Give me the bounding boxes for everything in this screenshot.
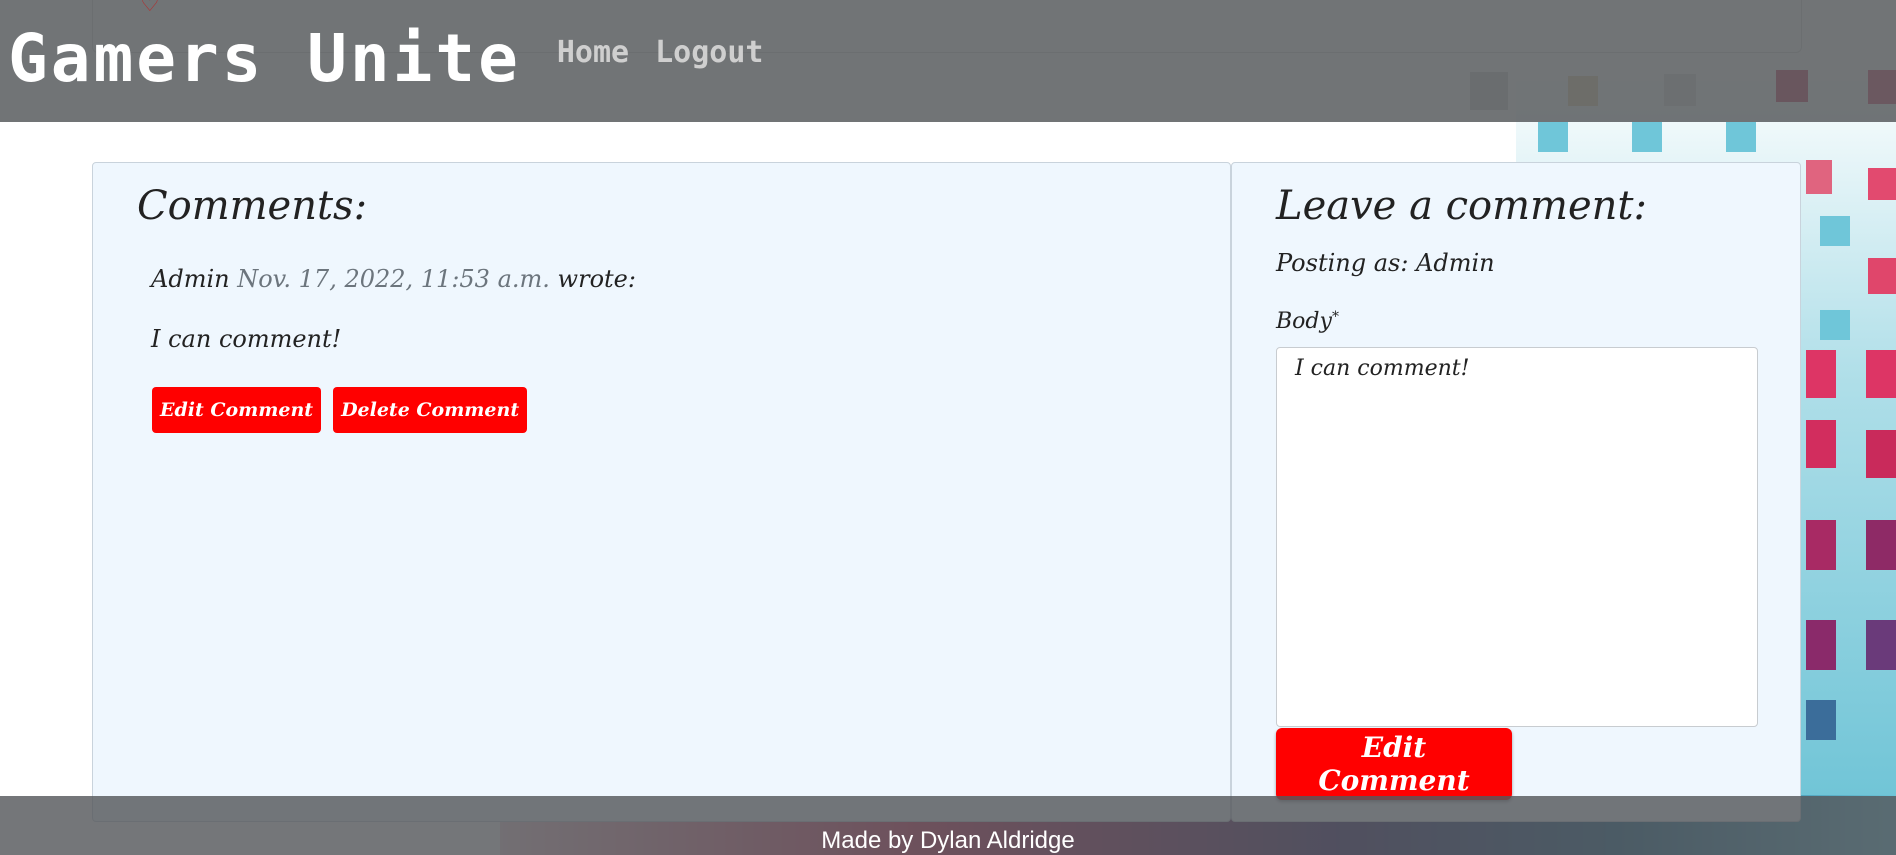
comment-suffix: wrote:	[557, 265, 636, 293]
nav-link-logout[interactable]: Logout	[655, 35, 763, 70]
pixel-square	[1868, 258, 1896, 294]
pixel-square	[1632, 122, 1662, 152]
comment-date: Nov. 17, 2022, 11:53 a.m.	[237, 265, 550, 293]
pixel-square	[1806, 420, 1836, 468]
comment-body-textarea[interactable]: I can comment!	[1276, 347, 1758, 727]
nav-links: Home Logout	[557, 35, 764, 70]
body-label-text: Body	[1276, 309, 1332, 334]
site-brand[interactable]: Gamers Unite	[8, 20, 521, 97]
comment-author: Admin	[151, 265, 230, 293]
navbar: Gamers Unite Home Logout	[0, 0, 1896, 122]
pixel-square	[1806, 620, 1836, 670]
form-title: Leave a comment:	[1276, 183, 1647, 229]
delete-comment-button[interactable]: Delete Comment	[333, 387, 528, 433]
comment-actions: Edit Comment Delete Comment	[152, 387, 528, 433]
nav-link-home[interactable]: Home	[557, 35, 629, 70]
pixel-square	[1806, 700, 1836, 740]
comments-panel: Comments: Admin Nov. 17, 2022, 11:53 a.m…	[92, 162, 1231, 822]
pixel-square	[1806, 160, 1832, 194]
submit-edit-comment-button[interactable]: Edit Comment	[1276, 728, 1512, 800]
comment-form-panel: Leave a comment: Posting as: Admin Body*…	[1231, 162, 1801, 822]
pixel-square	[1820, 310, 1850, 340]
pixel-square	[1726, 122, 1756, 152]
pixel-square	[1820, 216, 1850, 246]
pixel-square	[1806, 520, 1836, 570]
pixel-square	[1806, 350, 1836, 398]
pixel-square	[1866, 620, 1896, 670]
edit-comment-button[interactable]: Edit Comment	[152, 387, 322, 433]
heart-icon: ♡	[140, 0, 160, 17]
pixel-square	[1868, 168, 1896, 200]
footer: Made by Dylan Aldridge	[0, 796, 1896, 855]
pixel-square	[1866, 430, 1896, 478]
pixel-square	[1866, 520, 1896, 570]
pixel-square	[1866, 350, 1896, 398]
comment-meta: Admin Nov. 17, 2022, 11:53 a.m. wrote:	[151, 265, 636, 293]
posting-as: Posting as: Admin	[1276, 249, 1495, 277]
body-label: Body*	[1276, 309, 1339, 334]
footer-credit: Made by Dylan Aldridge	[821, 826, 1075, 854]
comments-title: Comments:	[137, 183, 368, 229]
pixel-square	[1538, 122, 1568, 152]
comment-body: I can comment!	[151, 325, 342, 353]
required-mark: *	[1331, 309, 1339, 325]
